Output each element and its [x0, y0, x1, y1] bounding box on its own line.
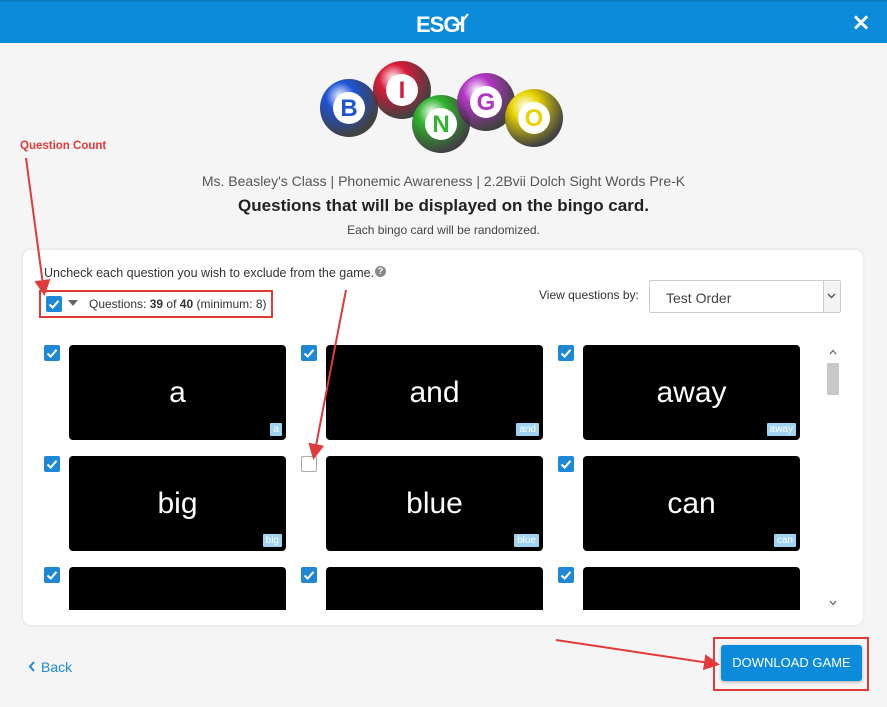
question-word: [326, 567, 543, 610]
checkmark-icon: [560, 571, 572, 580]
question-checkbox[interactable]: [44, 345, 60, 361]
question-count-selected: 39: [149, 297, 164, 311]
class-line: Ms. Beasley's Class | Phonemic Awareness…: [201, 173, 686, 189]
select-all-checkbox[interactable]: [46, 296, 62, 312]
question-tag: can: [773, 534, 796, 547]
question-checkbox[interactable]: [44, 567, 60, 583]
question-count-minimum: (minimum: 8): [196, 297, 267, 311]
question-card: [583, 567, 800, 610]
question-word: big: [157, 487, 198, 520]
question-card: [69, 567, 286, 610]
bingo-ball-o: O: [505, 89, 563, 147]
question-tag: blue: [514, 534, 539, 547]
page-title: Questions that will be displayed on the …: [238, 196, 649, 215]
question-card: can can: [583, 456, 800, 551]
question-count-annotation: Question Count: [20, 140, 107, 152]
help-icon[interactable]: ?: [375, 266, 387, 277]
bingo-letter: N: [432, 111, 449, 138]
question-word: can: [667, 487, 716, 520]
question-card: blue blue: [326, 456, 543, 551]
checkmark-icon: [303, 349, 315, 358]
question-checkbox[interactable]: [558, 345, 574, 361]
question-count-label: Questions:: [89, 297, 147, 311]
back-label: Back: [41, 659, 73, 675]
question-checkbox[interactable]: [558, 567, 574, 583]
question-grid: a a and and away away big big blue blue can can: [44, 340, 814, 610]
checkmark-icon: [455, 13, 469, 26]
chevron-down-icon[interactable]: [68, 300, 78, 306]
chevron-left-icon: [28, 661, 35, 672]
question-item: blue blue: [301, 451, 545, 551]
question-tag: and: [516, 423, 539, 436]
instruction-label: Uncheck each question you wish to exclud…: [44, 266, 375, 280]
question-checkbox[interactable]: [558, 456, 574, 472]
bingo-logo: B IN G O: [320, 61, 563, 153]
question-item: [44, 562, 288, 610]
question-card: big big: [69, 456, 286, 551]
question-item: [558, 562, 802, 610]
checkmark-icon: [560, 460, 572, 469]
page-subtitle: Each bingo card will be randomized.: [347, 223, 540, 237]
question-checkbox[interactable]: [44, 456, 60, 472]
bingo-letter: O: [525, 105, 544, 132]
question-item: and and: [301, 340, 545, 440]
question-word: a: [169, 376, 186, 409]
checkmark-icon: [46, 349, 58, 358]
question-count: Questions: 39 of 40 (minimum: 8): [89, 297, 267, 311]
question-word: [69, 567, 286, 610]
bingo-letter: G: [477, 89, 496, 116]
question-word: [583, 567, 800, 610]
question-item: big big: [44, 451, 288, 551]
grid-scrollbar[interactable]: [826, 345, 840, 610]
checkmark-icon: [560, 349, 572, 358]
question-item: aa: [44, 340, 288, 440]
question-checkbox[interactable]: [301, 345, 317, 361]
esgi-logo: ESGI: [408, 8, 478, 40]
question-item: can can: [558, 451, 802, 551]
chevron-down-icon: [827, 293, 836, 299]
question-word: and: [409, 376, 460, 409]
select-arrow[interactable]: [823, 281, 840, 312]
checkmark-icon: [46, 571, 58, 580]
question-count-of: of: [166, 297, 177, 311]
close-icon[interactable]: ×: [847, 8, 875, 36]
download-game-button[interactable]: DOWNLOAD GAME: [721, 645, 862, 681]
question-card: away away: [583, 345, 800, 440]
back-link[interactable]: Back: [28, 659, 72, 675]
checkmark-icon: [303, 571, 315, 580]
view-by-select[interactable]: Test Order: [649, 280, 841, 313]
question-checkbox[interactable]: [301, 567, 317, 583]
question-tag: big: [262, 534, 282, 547]
question-item: [301, 562, 545, 610]
bingo-letter: B: [340, 95, 357, 122]
question-checkbox[interactable]: [301, 456, 317, 472]
question-word: blue: [406, 487, 463, 520]
checkmark-icon: [48, 300, 60, 309]
question-count-total: 40: [179, 297, 194, 311]
question-card: and and: [326, 345, 543, 440]
bingo-ball-b: B: [320, 79, 378, 137]
question-card: aa: [69, 345, 286, 440]
instruction-text: Uncheck each question you wish to exclud…: [44, 266, 387, 280]
modal-header: ESGI ×: [0, 0, 887, 43]
scroll-down-icon[interactable]: [826, 596, 840, 610]
scroll-thumb[interactable]: [827, 363, 839, 395]
view-by-label: View questions by:: [539, 288, 639, 302]
question-tag: a: [270, 423, 282, 436]
view-by-value: Test Order: [666, 290, 732, 306]
question-item: away away: [558, 340, 802, 440]
bingo-letter: I: [399, 77, 406, 104]
question-card: [326, 567, 543, 610]
checkmark-icon: [46, 460, 58, 469]
question-tag: away: [766, 423, 796, 436]
scroll-up-icon[interactable]: [826, 345, 840, 359]
